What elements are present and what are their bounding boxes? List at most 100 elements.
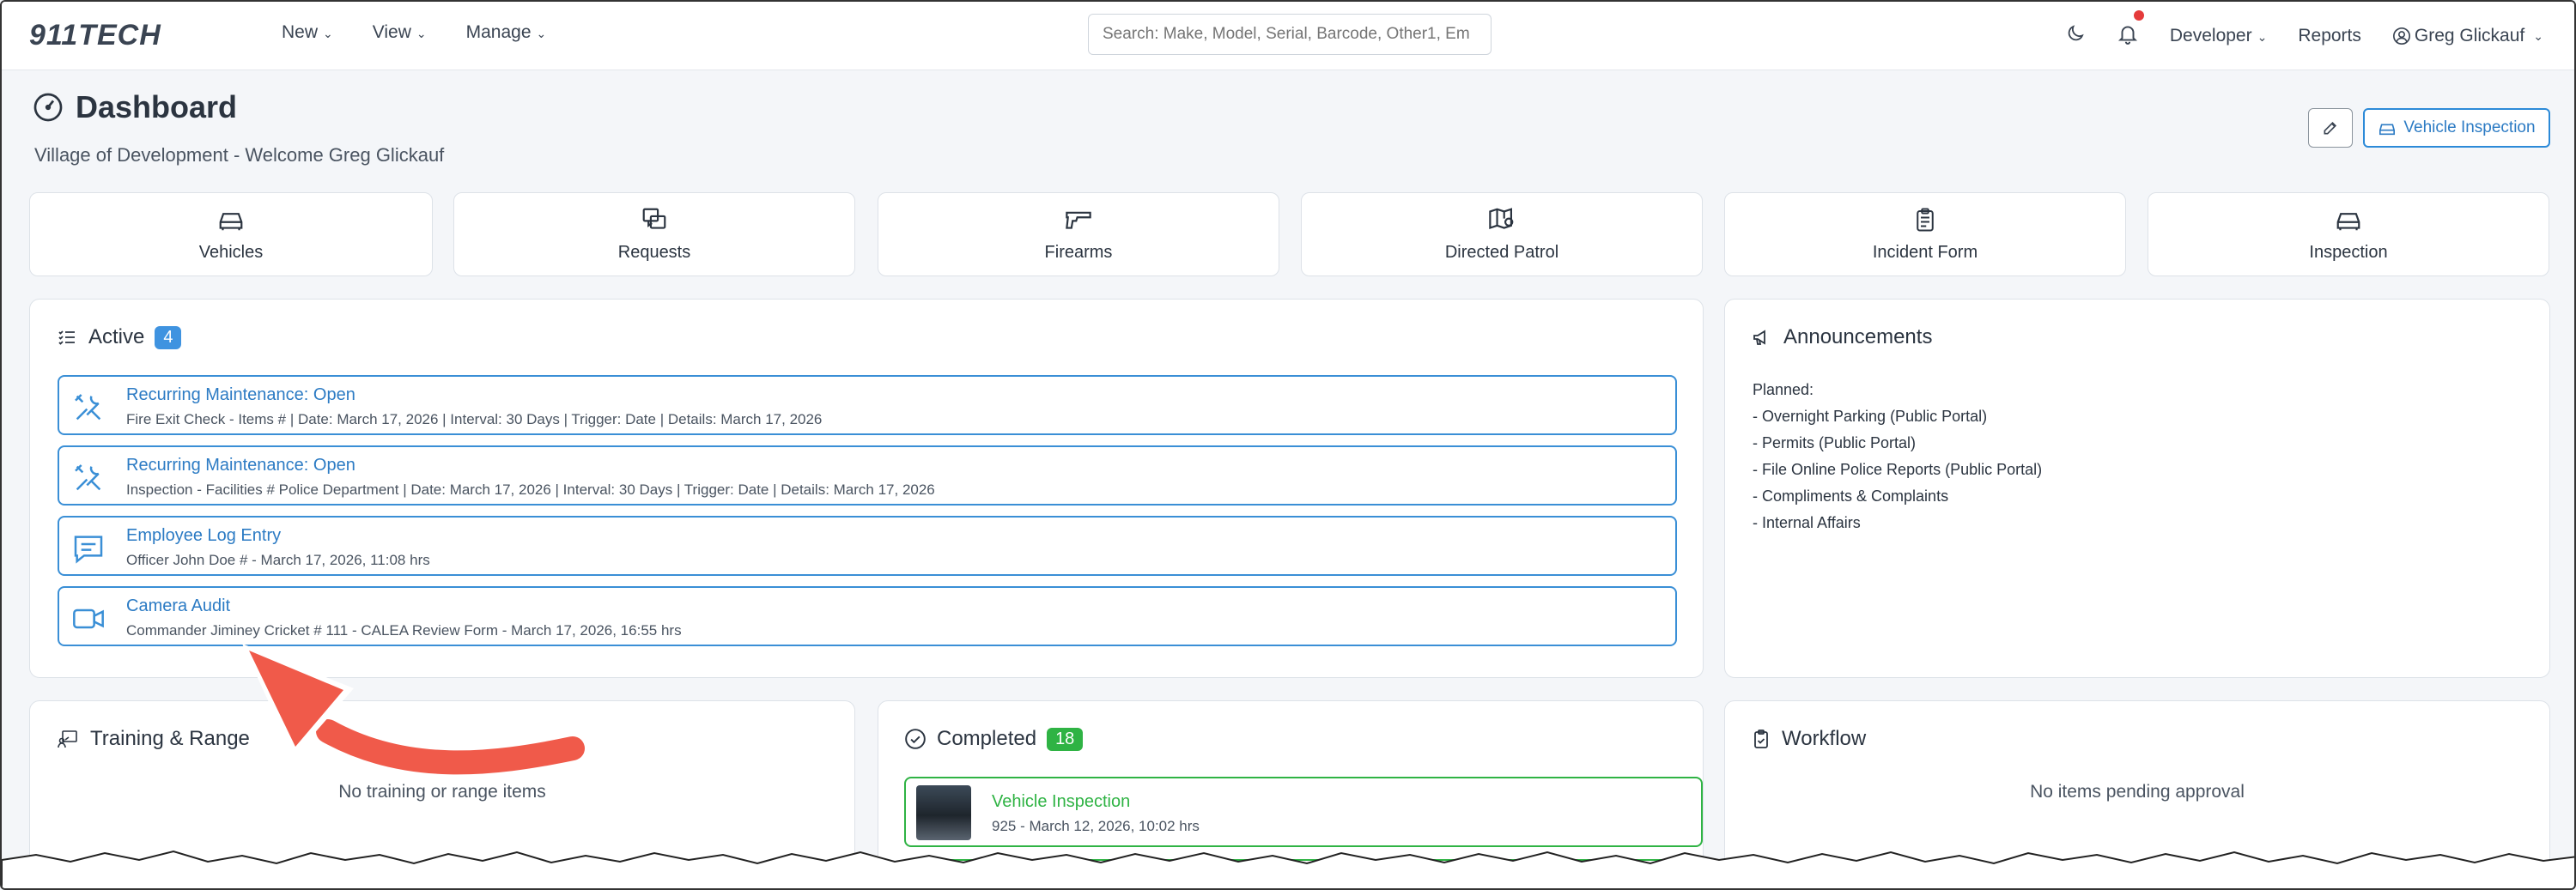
tile-inspection[interactable]: Inspection: [2148, 192, 2549, 276]
menu-new[interactable]: New ⌄: [282, 22, 333, 43]
menu-view-label: View: [372, 22, 411, 42]
training-title-text: Training & Range: [90, 727, 250, 750]
active-item-subtitle: Officer John Doe # - March 17, 2026, 11:…: [126, 552, 430, 568]
tile-directed-patrol[interactable]: Directed Patrol: [1301, 192, 1703, 276]
announcement-line: - Compliments & Complaints: [1753, 487, 1949, 505]
tile-label: Directed Patrol: [1444, 242, 1559, 262]
page-subtitle: Village of Development - Welcome Greg Gl…: [34, 144, 445, 166]
active-card: Active 4 Recurring Maintenance: Open Fir…: [29, 299, 1704, 678]
bell-icon: [2117, 26, 2137, 45]
announcements-card-title: Announcements: [1751, 325, 1932, 349]
chevron-down-icon: ⌄: [2533, 28, 2543, 43]
menu-new-label: New: [282, 22, 319, 42]
active-item-title: Recurring Maintenance: Open: [126, 456, 355, 475]
menu-manage-label: Manage: [465, 22, 532, 42]
top-navbar: 911TECH New ⌄ View ⌄ Manage ⌄ Developer ⌄ Re…: [2, 2, 2574, 70]
workflow-card-title: Workflow: [1751, 727, 1866, 751]
completed-count-badge: 18: [1047, 727, 1084, 751]
edit-dashboard-button[interactable]: [2308, 108, 2353, 148]
announcements-title-text: Announcements: [1783, 325, 1933, 348]
firearm-icon: [1066, 211, 1091, 229]
tile-incident-form[interactable]: Incident Form: [1724, 192, 2126, 276]
completed-card-title: Completed 18: [904, 727, 1084, 751]
completed-title-text: Completed: [937, 727, 1037, 750]
active-list-item[interactable]: Employee Log Entry Officer John Doe # - …: [58, 516, 1677, 576]
reports-link[interactable]: Reports: [2298, 26, 2361, 46]
requests-icon: [642, 208, 666, 229]
chevron-down-icon: ⌄: [323, 27, 333, 40]
page-title-text: Dashboard: [76, 89, 238, 124]
brand-logo[interactable]: 911TECH: [29, 19, 161, 52]
announcement-line: - Permits (Public Portal): [1753, 434, 1917, 451]
active-item-title: Camera Audit: [126, 596, 231, 615]
announcement-line: - Internal Affairs: [1753, 514, 1861, 531]
clipboard-icon: [1917, 208, 1934, 231]
active-item-subtitle: Inspection - Facilities # Police Departm…: [126, 481, 935, 498]
map-pin-icon: [1489, 207, 1514, 229]
active-list-item[interactable]: Recurring Maintenance: Open Fire Exit Ch…: [58, 375, 1677, 435]
training-icon: [58, 730, 77, 748]
notification-dot: [2133, 10, 2144, 21]
active-title-text: Active: [88, 325, 145, 348]
announcement-line: - File Online Police Reports (Public Por…: [1753, 461, 2043, 478]
clipboard-check-icon: [1754, 730, 1768, 748]
menu-view[interactable]: View ⌄: [373, 22, 427, 43]
training-card-title: Training & Range: [56, 727, 250, 751]
tile-label: Inspection: [2309, 242, 2388, 262]
main-menu: New ⌄ View ⌄ Manage ⌄: [282, 22, 546, 43]
car-icon: [219, 212, 243, 230]
completed-item-title: Vehicle Inspection: [992, 792, 1131, 811]
chevron-down-icon: ⌄: [416, 27, 427, 40]
active-item-subtitle: Fire Exit Check - Items # | Date: March …: [126, 411, 823, 427]
search-input[interactable]: [1088, 14, 1492, 55]
completed-list-item[interactable]: Vehicle Inspection 925 - March 12, 2026,…: [904, 777, 1703, 847]
active-item-title: Employee Log Entry: [126, 526, 282, 545]
notifications-button[interactable]: [2117, 10, 2144, 50]
video-camera-icon: [73, 608, 104, 629]
vehicle-inspection-label: Vehicle Inspection: [2403, 118, 2536, 136]
chevron-down-icon: ⌄: [536, 27, 547, 40]
torn-edge: [2, 850, 2574, 888]
user-circle-icon: [2392, 27, 2410, 45]
chevron-down-icon: ⌄: [2257, 30, 2268, 44]
vehicle-inspection-button[interactable]: Vehicle Inspection: [2363, 108, 2550, 148]
annotation-arrow-icon: [242, 644, 589, 779]
announcement-line: Planned:: [1753, 381, 1814, 398]
app-window: 911TECH New ⌄ View ⌄ Manage ⌄ Developer ⌄ Re…: [0, 0, 2576, 890]
tools-icon: [75, 394, 101, 421]
tile-label: Requests: [617, 242, 691, 262]
message-icon: [74, 536, 103, 564]
active-count-badge: 4: [155, 325, 182, 349]
tile-label: Incident Form: [1872, 242, 1978, 262]
tile-label: Firearms: [1044, 242, 1113, 262]
page-title: Dashboard: [33, 89, 237, 125]
car-icon: [2336, 212, 2360, 230]
tools-icon: [75, 464, 101, 491]
active-card-title: Active 4: [56, 325, 182, 349]
menu-manage[interactable]: Manage ⌄: [466, 22, 547, 43]
developer-menu[interactable]: Developer ⌄: [2170, 26, 2267, 46]
active-item-title: Recurring Maintenance: Open: [126, 385, 355, 404]
active-list-item[interactable]: Recurring Maintenance: Open Inspection -…: [58, 445, 1677, 506]
announcements-card: Announcements Planned: - Overnight Parki…: [1724, 299, 2550, 678]
developer-label: Developer: [2169, 26, 2252, 45]
gauge-icon: [33, 93, 63, 122]
announcement-line: - Overnight Parking (Public Portal): [1753, 408, 1988, 425]
announcements-body: Planned: - Overnight Parking (Public Por…: [1753, 377, 2042, 536]
moon-icon[interactable]: [2065, 23, 2086, 49]
check-circle-icon: [905, 729, 926, 749]
workflow-title-text: Workflow: [1782, 727, 1867, 750]
workflow-empty-message: No items pending approval: [2030, 782, 2245, 802]
tile-requests[interactable]: Requests: [453, 192, 855, 276]
tile-vehicles[interactable]: Vehicles: [29, 192, 433, 276]
megaphone-icon: [1753, 330, 1765, 345]
user-menu[interactable]: Greg Glickauf ⌄: [2392, 26, 2543, 46]
list-check-icon: [58, 330, 75, 345]
vehicle-thumbnail: [916, 785, 971, 840]
tile-label: Vehicles: [198, 242, 264, 262]
user-name: Greg Glickauf: [2414, 26, 2525, 45]
edit-icon: [2324, 121, 2337, 135]
completed-item-subtitle: 925 - March 12, 2026, 10:02 hrs: [992, 818, 1200, 834]
tile-firearms[interactable]: Firearms: [878, 192, 1279, 276]
navbar-right: Developer ⌄ Reports Greg Glickauf ⌄: [2065, 10, 2543, 50]
